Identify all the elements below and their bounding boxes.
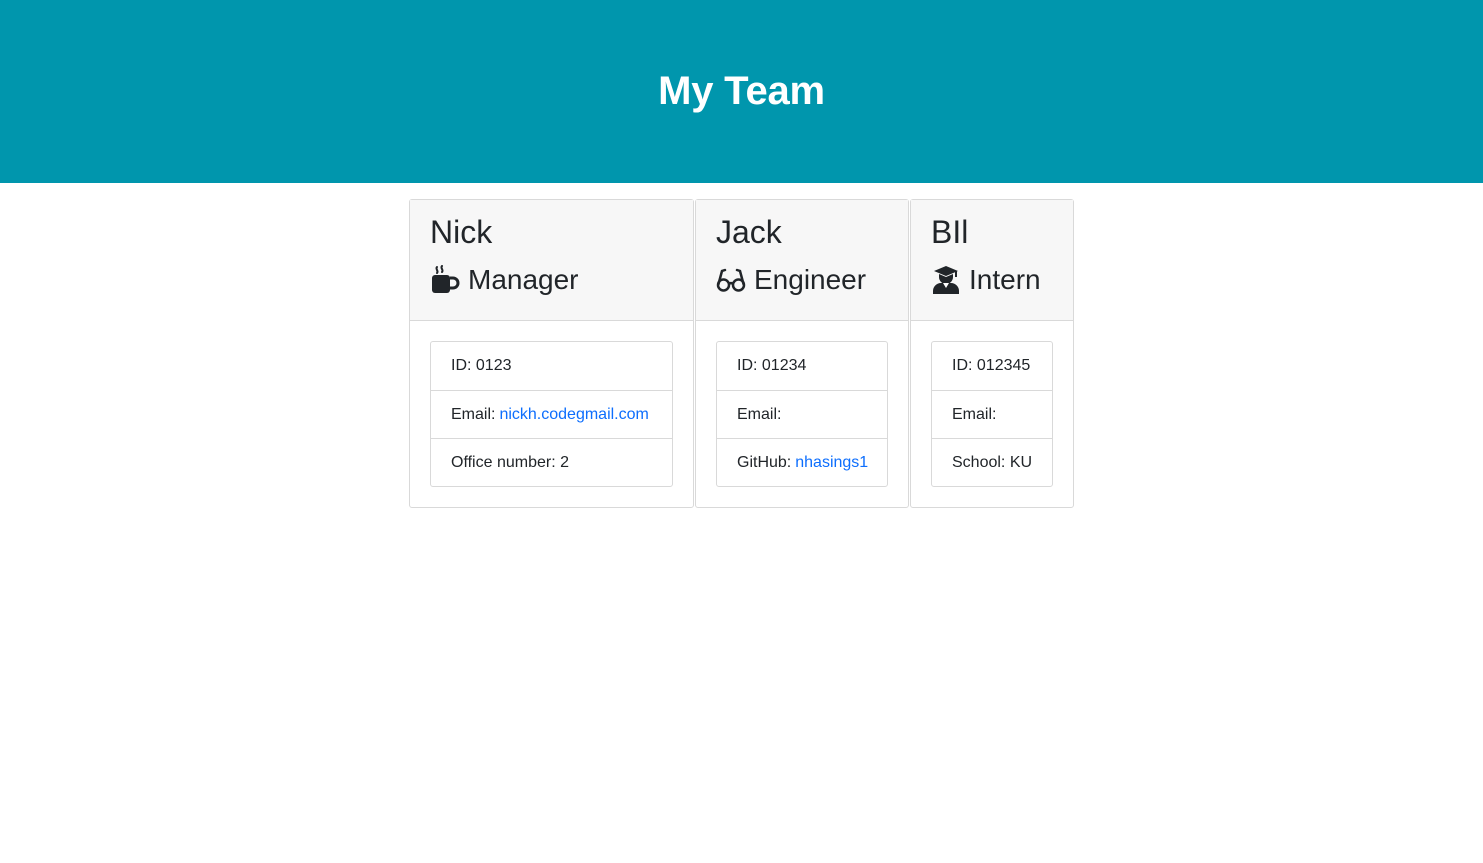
- employee-details: ID: 012345 Email: School: KU: [931, 341, 1053, 487]
- employee-role-label: Manager: [468, 264, 579, 295]
- github-label: GitHub:: [737, 453, 792, 471]
- employee-name: BIl: [931, 214, 969, 250]
- employee-email-row: Email:: [717, 390, 887, 438]
- page-header: My Team: [0, 0, 1483, 183]
- employee-name: Nick: [430, 214, 493, 250]
- github-row: GitHub: nhasings1: [717, 438, 887, 486]
- employee-role: Intern: [931, 262, 1053, 298]
- card-body: ID: 012345 Email: School: KU: [911, 321, 1073, 507]
- employee-name: Jack: [716, 214, 782, 250]
- team-cards: Nick Manager ID: 0123 Email: nickh.codeg…: [0, 199, 1483, 508]
- school: School: KU: [932, 438, 1052, 486]
- email-label: Email:: [451, 405, 496, 423]
- employee-card-manager: Nick Manager ID: 0123 Email: nickh.codeg…: [409, 199, 694, 508]
- employee-details: ID: 01234 Email: GitHub: nhasings1: [716, 341, 888, 487]
- card-header: Nick Manager: [410, 200, 693, 321]
- employee-email-row: Email:: [932, 390, 1052, 438]
- email-label: Email:: [737, 405, 782, 423]
- employee-role: Manager: [430, 262, 673, 298]
- employee-card-engineer: Jack Engineer ID: 01234 Email: GitHub: n…: [695, 199, 909, 508]
- employee-details: ID: 0123 Email: nickh.codegmail.com Offi…: [430, 341, 673, 487]
- employee-role: Engineer: [716, 262, 888, 298]
- employee-id: ID: 01234: [737, 357, 807, 374]
- card-body: ID: 01234 Email: GitHub: nhasings1: [696, 321, 908, 507]
- employee-card-intern: BIl Intern ID: 012345 Email: School: KU: [910, 199, 1074, 508]
- employee-role-label: Intern: [969, 264, 1041, 295]
- email-link[interactable]: nickh.codegmail.com: [499, 406, 648, 424]
- card-header: Jack Engineer: [696, 200, 908, 321]
- office-number: Office number: 2: [431, 438, 672, 486]
- employee-email-row: Email: nickh.codegmail.com: [431, 390, 672, 438]
- employee-role-label: Engineer: [754, 264, 867, 295]
- employee-id: ID: 0123: [451, 357, 512, 374]
- glasses-icon: [716, 265, 746, 295]
- github-link[interactable]: nhasings1: [795, 454, 868, 472]
- coffee-mug-icon: [430, 265, 460, 295]
- card-header: BIl Intern: [911, 200, 1073, 321]
- employee-id: ID: 012345: [952, 357, 1031, 374]
- graduate-icon: [931, 265, 961, 295]
- email-label: Email:: [952, 405, 997, 423]
- card-body: ID: 0123 Email: nickh.codegmail.com Offi…: [410, 321, 693, 507]
- page-title: My Team: [658, 69, 825, 113]
